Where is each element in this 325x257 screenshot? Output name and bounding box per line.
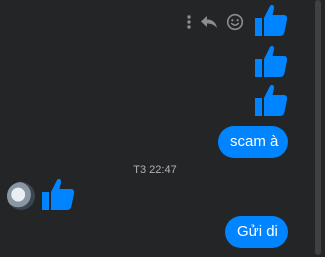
react-icon[interactable]: [226, 13, 244, 31]
outgoing-message[interactable]: scam à: [218, 126, 288, 158]
thumbs-up-icon: [254, 83, 288, 122]
scrollbar-thumb[interactable]: [315, 0, 321, 255]
thumbs-up-icon: [254, 44, 288, 83]
more-icon[interactable]: [186, 14, 192, 30]
thumbs-up-icon: [41, 177, 75, 216]
like-sticker[interactable]: [41, 177, 75, 216]
avatar[interactable]: [7, 182, 35, 210]
reply-icon[interactable]: [200, 15, 218, 29]
like-sticker[interactable]: [254, 3, 288, 42]
thumbs-up-icon: [254, 3, 288, 42]
outgoing-message[interactable]: Gửi di: [225, 216, 288, 248]
scrollbar[interactable]: [311, 0, 325, 257]
like-sticker[interactable]: [254, 83, 288, 122]
message-timestamp: T3 22:47: [133, 164, 177, 176]
like-sticker[interactable]: [254, 44, 288, 83]
message-actions: [186, 12, 244, 32]
